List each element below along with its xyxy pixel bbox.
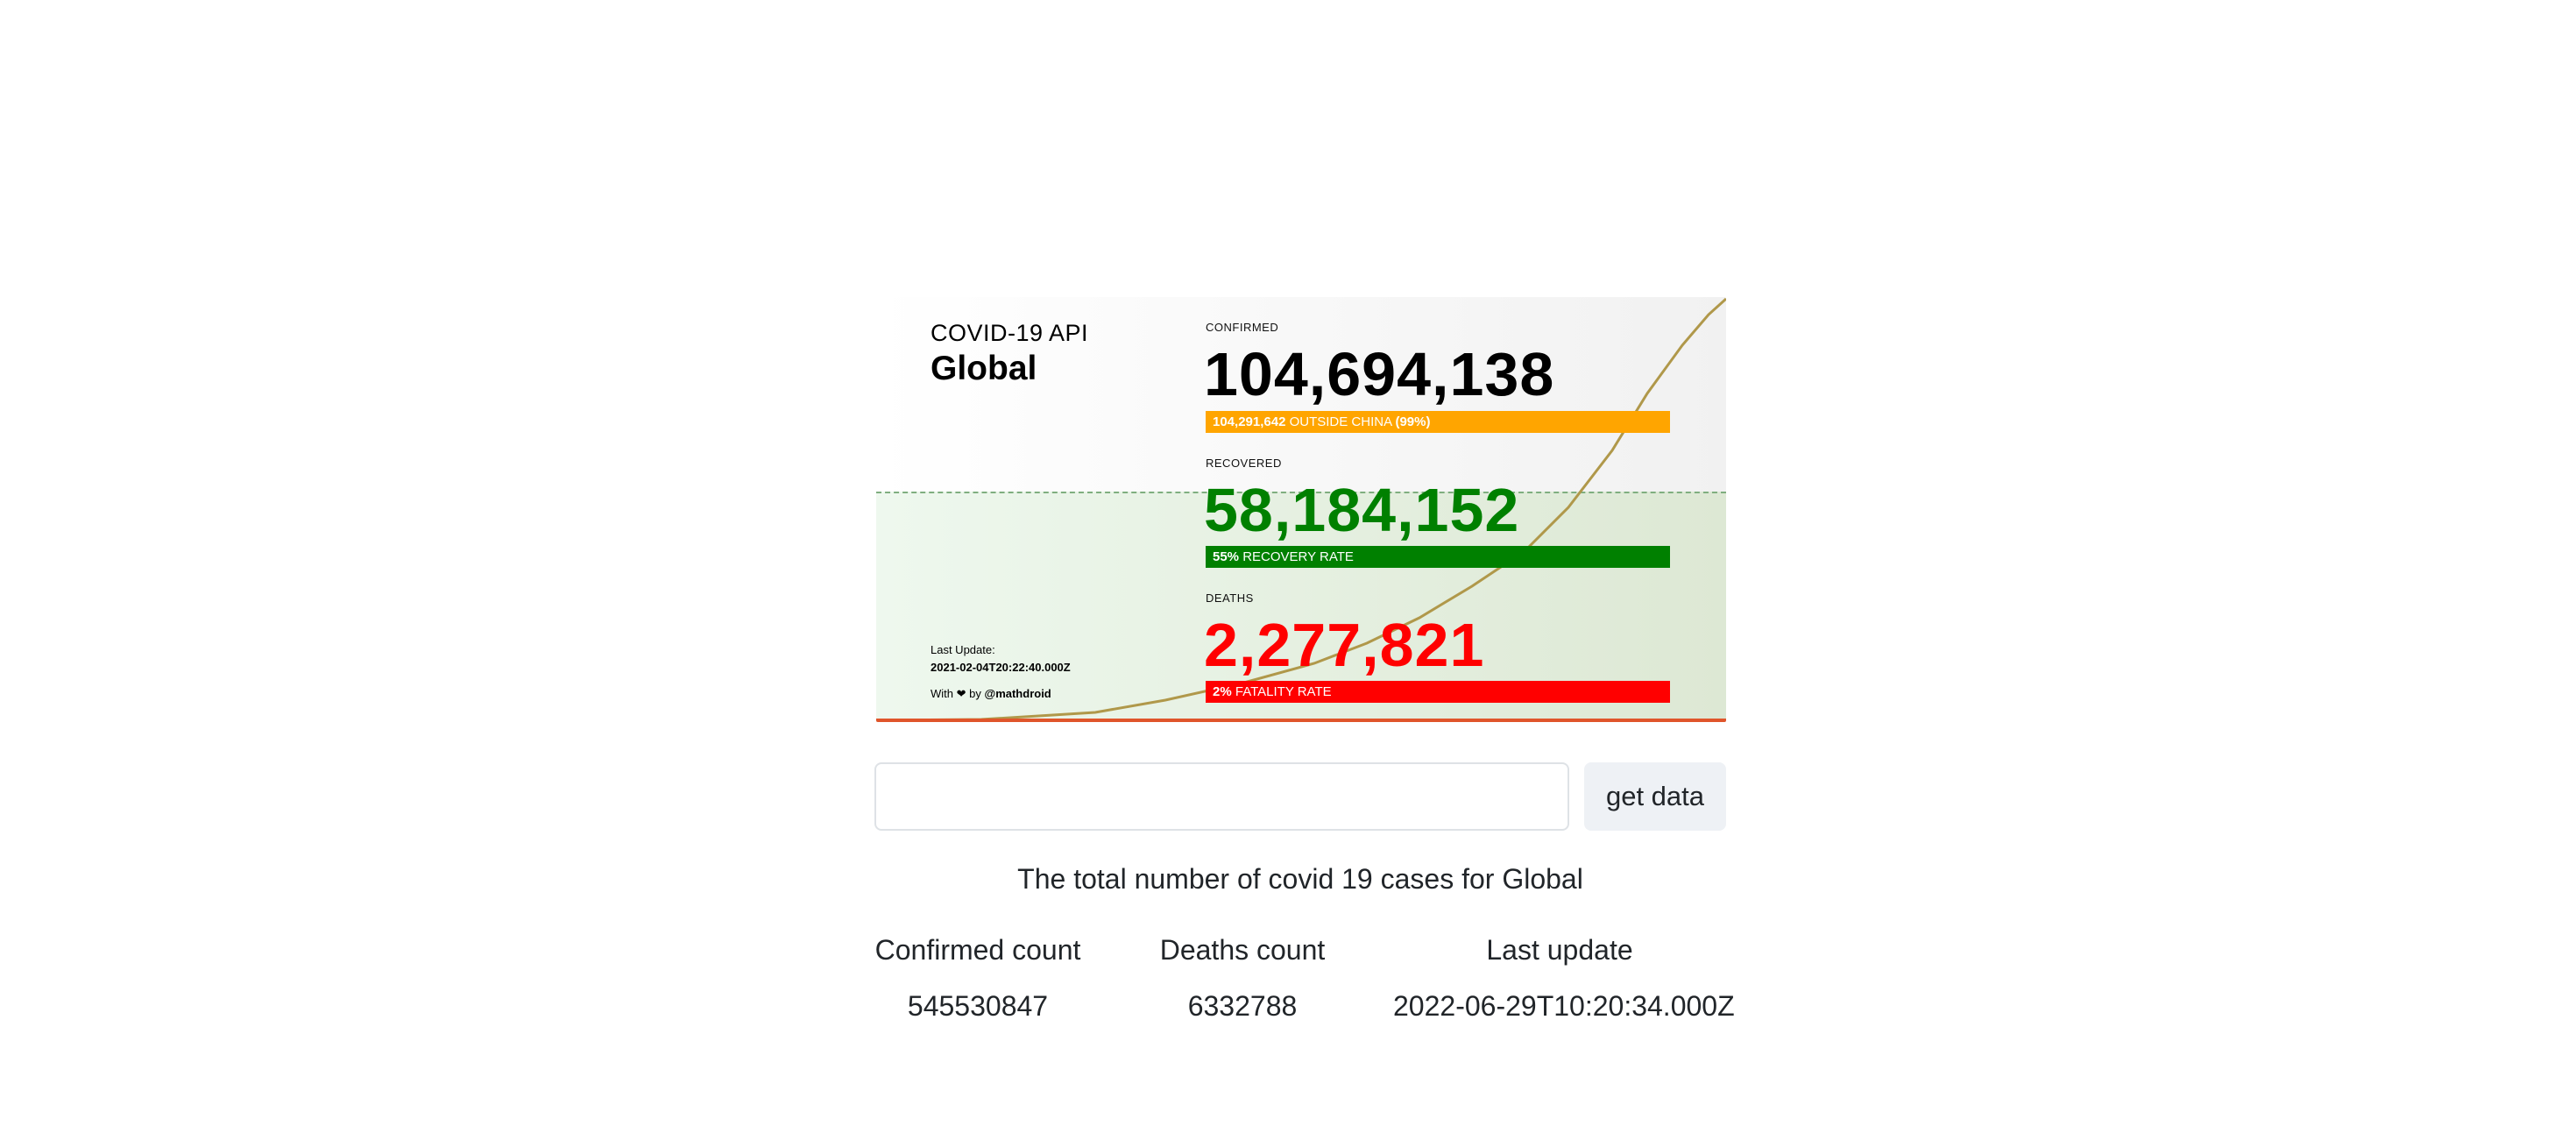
outside-china-count: 104,291,642 — [1213, 414, 1286, 429]
deaths-count-header: Deaths count — [1159, 934, 1326, 966]
covid-summary-image: COVID-19 API Global CONFIRMED 104,694,13… — [876, 297, 1726, 722]
heart-icon: ❤ — [956, 687, 966, 700]
last-update-label: Last Update: — [931, 643, 995, 656]
recovery-pct: 55% — [1213, 549, 1240, 564]
confirmed-bar: 104,291,642 OUTSIDE CHINA (99%) — [1206, 411, 1670, 433]
recovery-bar: 55% RECOVERY RATE — [1206, 546, 1670, 568]
recovery-text: RECOVERY RATE — [1242, 549, 1354, 564]
region-title: Global — [931, 350, 1037, 387]
confirmed-count-header: Confirmed count — [874, 934, 1081, 966]
confirmed-label: CONFIRMED — [1206, 321, 1279, 334]
card-bottom-line — [876, 719, 1726, 722]
credit-prefix: With — [931, 687, 953, 700]
confirmed-value: 104,694,138 — [1204, 340, 1555, 408]
recovered-label: RECOVERED — [1206, 457, 1282, 470]
api-label: COVID-19 API — [931, 320, 1089, 346]
app-root: COVID-19 API Global CONFIRMED 104,694,13… — [0, 0, 2576, 1126]
fatality-bar: 2% FATALITY RATE — [1206, 681, 1670, 703]
get-data-button[interactable]: get data — [1584, 762, 1726, 831]
outside-china-pct: (99%) — [1395, 414, 1431, 429]
recovered-value: 58,184,152 — [1204, 476, 1520, 544]
last-update-value-result: 2022-06-29T10:20:34.000Z — [1393, 990, 1735, 1022]
deaths-value: 2,277,821 — [1204, 611, 1485, 679]
credit-author: @mathdroid — [984, 687, 1051, 700]
last-update-value: 2021-02-04T20:22:40.000Z — [931, 661, 1071, 674]
fatality-pct: 2% — [1213, 684, 1232, 699]
result-caption: The total number of covid 19 cases for G… — [1017, 863, 1583, 895]
last-update-header: Last update — [1486, 934, 1633, 966]
credit-line: With ❤ by @mathdroid — [931, 687, 1051, 701]
deaths-count-value: 6332788 — [1187, 990, 1298, 1022]
outside-china-text: OUTSIDE CHINA — [1289, 414, 1392, 429]
country-search-input[interactable] — [874, 762, 1569, 831]
fatality-text: FATALITY RATE — [1235, 684, 1332, 699]
credit-by: by — [969, 687, 981, 700]
confirmed-count-value: 545530847 — [907, 990, 1049, 1022]
deaths-label: DEATHS — [1206, 591, 1254, 605]
